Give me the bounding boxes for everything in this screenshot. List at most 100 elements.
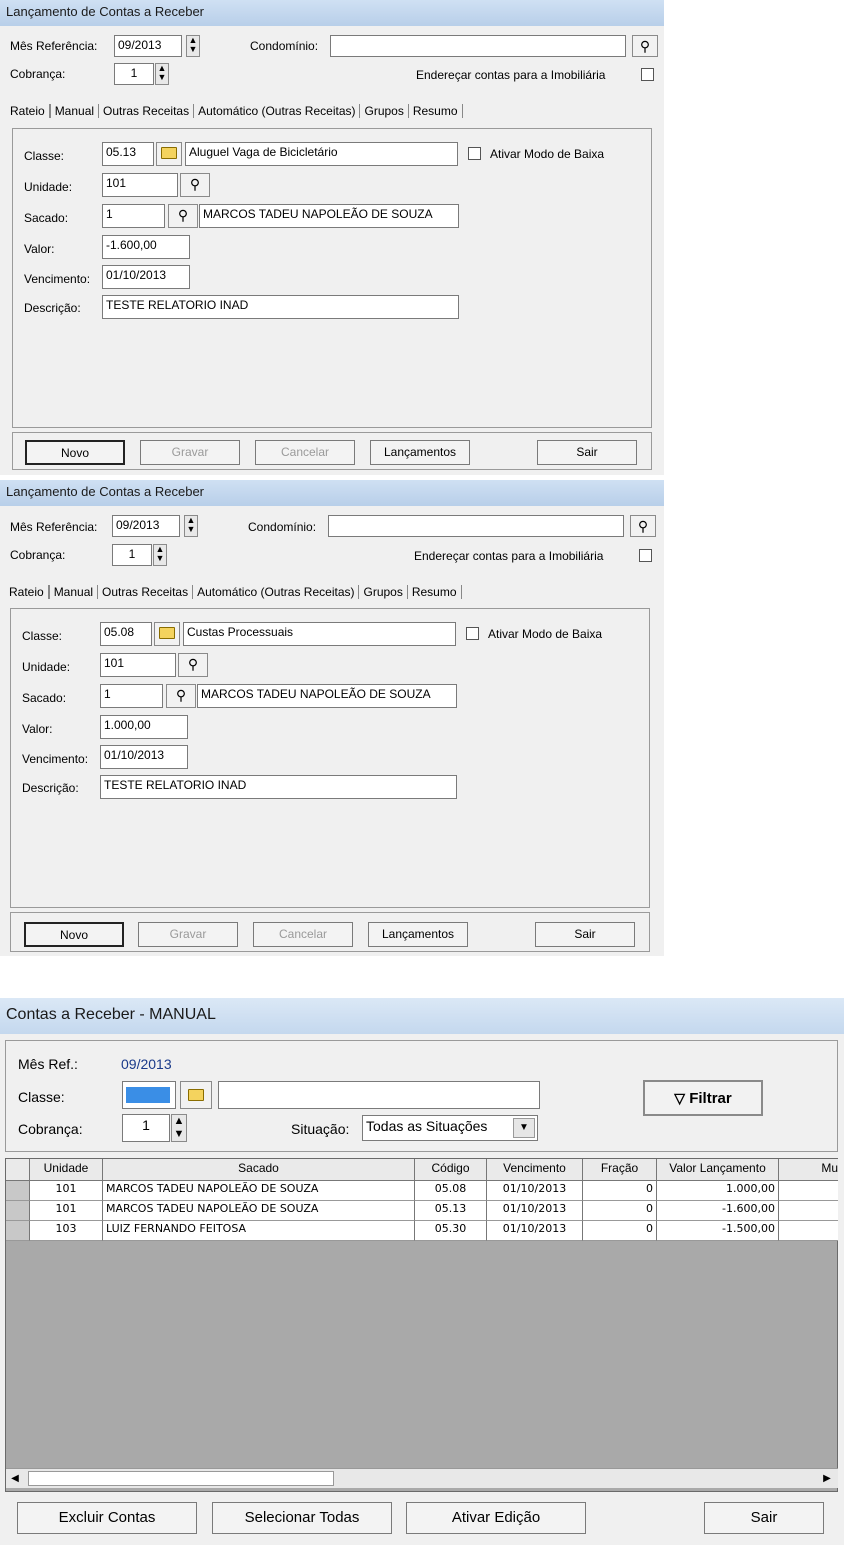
horizontal-scrollbar[interactable]: ◀ ▶ [6, 1468, 838, 1488]
gravar-button[interactable]: Gravar [138, 922, 238, 947]
binoculars-icon[interactable]: ⚲ [168, 204, 198, 228]
tab-rateio[interactable]: Rateio [5, 585, 49, 599]
scroll-left-icon[interactable]: ◀ [6, 1469, 24, 1488]
cobranca-spinner[interactable]: ▲ ▼ [153, 544, 167, 566]
table-row[interactable]: 101 MARCOS TADEU NAPOLEÃO DE SOUZA 05.08… [6, 1181, 838, 1201]
classe-label: Classe: [24, 149, 65, 163]
cancelar-button[interactable]: Cancelar [255, 440, 355, 465]
mes-referencia-input[interactable]: 09/2013 [112, 515, 180, 537]
scroll-right-icon[interactable]: ▶ [818, 1469, 836, 1488]
novo-button[interactable]: Novo [25, 440, 125, 465]
modo-baixa-label: Ativar Modo de Baixa [488, 627, 603, 641]
tab-manual[interactable]: Manual [48, 585, 99, 599]
sair-button[interactable]: Sair [537, 440, 637, 465]
col-vencimento[interactable]: Vencimento [487, 1159, 583, 1180]
tab-outras-receitas[interactable]: Outras Receitas [98, 585, 194, 599]
sacado-name-input[interactable]: MARCOS TADEU NAPOLEÃO DE SOUZA [199, 204, 459, 228]
grid-header: Unidade Sacado Código Vencimento Fração … [6, 1159, 838, 1181]
funnel-icon: ▽ [674, 1090, 686, 1106]
row-selector[interactable] [6, 1201, 30, 1221]
cell-unidade: 103 [30, 1221, 103, 1241]
modo-baixa-checkbox[interactable] [468, 147, 481, 160]
folder-icon[interactable] [154, 622, 180, 646]
excluir-contas-button[interactable]: Excluir Contas [17, 1502, 197, 1534]
binoculars-icon[interactable]: ⚲ [630, 515, 656, 537]
unidade-label: Unidade: [24, 180, 73, 194]
situacao-select[interactable]: Todas as Situações ▼ [362, 1115, 538, 1141]
gravar-button[interactable]: Gravar [140, 440, 240, 465]
filtrar-button[interactable]: ▽ Filtrar [643, 1080, 763, 1116]
binoculars-icon[interactable]: ⚲ [180, 173, 210, 197]
modo-baixa-checkbox[interactable] [466, 627, 479, 640]
table-row[interactable]: 103 LUIZ FERNANDO FEITOSA 05.30 01/10/20… [6, 1221, 838, 1241]
mes-spinner[interactable]: ▲ ▼ [186, 35, 200, 57]
descricao-input[interactable]: TESTE RELATORIO INAD [100, 775, 457, 799]
vencimento-input[interactable]: 01/10/2013 [100, 745, 188, 769]
classe-desc-input[interactable]: Aluguel Vaga de Bicicletário [185, 142, 458, 166]
mes-spinner[interactable]: ▲ ▼ [184, 515, 198, 537]
condominio-input[interactable] [330, 35, 626, 57]
cobranca-spinner[interactable]: ▲ ▼ [155, 63, 169, 85]
lancamentos-button[interactable]: Lançamentos [368, 922, 468, 947]
classe-code-input[interactable]: 05.08 [100, 622, 152, 646]
tab-automatico[interactable]: Automático (Outras Receitas) [193, 585, 360, 599]
novo-button[interactable]: Novo [24, 922, 124, 947]
unidade-input[interactable]: 101 [100, 653, 176, 677]
mes-ref-value: 09/2013 [121, 1056, 172, 1072]
sacado-code-input[interactable]: 1 [102, 204, 165, 228]
sacado-code-input[interactable]: 1 [100, 684, 163, 708]
row-selector[interactable] [6, 1221, 30, 1241]
row-selector[interactable] [6, 1181, 30, 1201]
tab-grupos[interactable]: Grupos [360, 104, 409, 118]
enderecar-checkbox[interactable] [639, 549, 652, 562]
sair-button[interactable]: Sair [535, 922, 635, 947]
lancamentos-button[interactable]: Lançamentos [370, 440, 470, 465]
col-mu[interactable]: Mu [779, 1159, 838, 1180]
tab-resumo[interactable]: Resumo [408, 104, 463, 118]
cancelar-button[interactable]: Cancelar [253, 922, 353, 947]
cobranca-input[interactable]: 1 [122, 1114, 170, 1142]
classe-desc-input[interactable] [218, 1081, 540, 1109]
ativar-edicao-button[interactable]: Ativar Edição [406, 1502, 586, 1534]
cell-unidade: 101 [30, 1201, 103, 1221]
tab-automatico[interactable]: Automático (Outras Receitas) [194, 104, 361, 118]
tab-resumo[interactable]: Resumo [407, 585, 462, 599]
sacado-name-input[interactable]: MARCOS TADEU NAPOLEÃO DE SOUZA [197, 684, 457, 708]
binoculars-icon[interactable]: ⚲ [632, 35, 658, 57]
binoculars-icon[interactable]: ⚲ [166, 684, 196, 708]
selecionar-todas-button[interactable]: Selecionar Todas [212, 1502, 392, 1534]
tab-outras-receitas[interactable]: Outras Receitas [99, 104, 195, 118]
col-fracao[interactable]: Fração [583, 1159, 657, 1180]
mes-referencia-input[interactable]: 09/2013 [114, 35, 182, 57]
mes-referencia-label: Mês Referência: [10, 39, 98, 53]
folder-icon[interactable] [156, 142, 182, 166]
col-sacado[interactable]: Sacado [103, 1159, 415, 1180]
folder-icon[interactable] [180, 1081, 212, 1109]
sacado-label: Sacado: [22, 691, 67, 705]
cobranca-spinner[interactable]: ▲ ▼ [171, 1114, 187, 1142]
chevron-down-icon[interactable]: ▼ [513, 1118, 535, 1138]
tab-rateio[interactable]: Rateio [6, 104, 50, 118]
col-valor-lancamento[interactable]: Valor Lançamento [657, 1159, 779, 1180]
vencimento-label: Vencimento: [22, 752, 89, 766]
classe-code-input[interactable] [122, 1081, 176, 1109]
col-codigo[interactable]: Código [415, 1159, 487, 1180]
table-row[interactable]: 101 MARCOS TADEU NAPOLEÃO DE SOUZA 05.13… [6, 1201, 838, 1221]
classe-desc-input[interactable]: Custas Processuais [183, 622, 456, 646]
tab-manual[interactable]: Manual [49, 104, 100, 118]
valor-input[interactable]: 1.000,00 [100, 715, 188, 739]
sair-button[interactable]: Sair [704, 1502, 824, 1534]
binoculars-icon[interactable]: ⚲ [178, 653, 208, 677]
tab-grupos[interactable]: Grupos [359, 585, 408, 599]
enderecar-checkbox[interactable] [641, 68, 654, 81]
cobranca-input[interactable]: 1 [112, 544, 152, 566]
unidade-input[interactable]: 101 [102, 173, 178, 197]
scroll-thumb[interactable] [28, 1471, 334, 1486]
descricao-input[interactable]: TESTE RELATORIO INAD [102, 295, 459, 319]
cobranca-input[interactable]: 1 [114, 63, 154, 85]
condominio-input[interactable] [328, 515, 624, 537]
classe-code-input[interactable]: 05.13 [102, 142, 154, 166]
col-unidade[interactable]: Unidade [30, 1159, 103, 1180]
vencimento-input[interactable]: 01/10/2013 [102, 265, 190, 289]
valor-input[interactable]: -1.600,00 [102, 235, 190, 259]
